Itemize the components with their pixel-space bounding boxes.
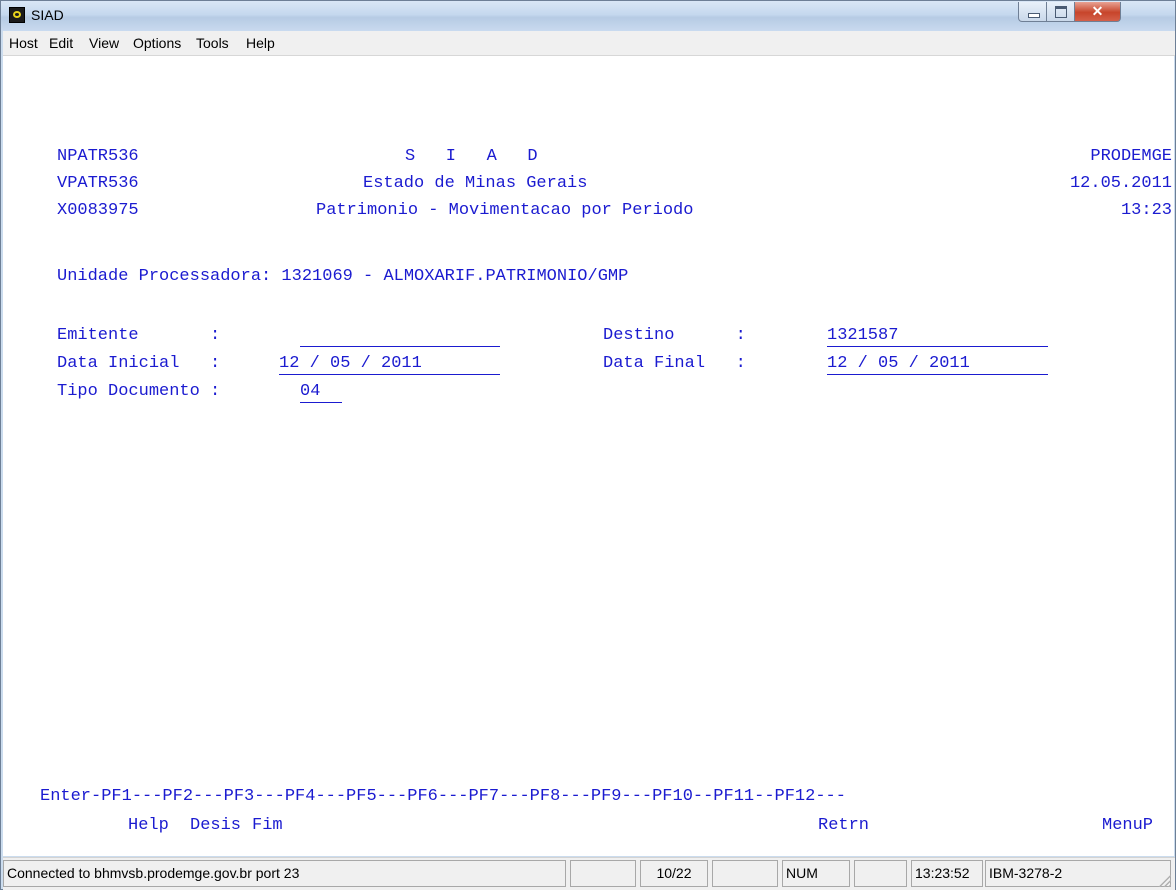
terminal-type: IBM-3278-2 bbox=[985, 860, 1171, 887]
system-title: S I A D bbox=[405, 147, 538, 166]
user-id: X0083975 bbox=[57, 201, 139, 220]
menu-view[interactable]: View bbox=[89, 35, 119, 51]
data-final-label: Data Final : bbox=[603, 354, 746, 373]
title-bar[interactable]: SIAD ✕ bbox=[1, 1, 1175, 31]
emitente-field[interactable] bbox=[300, 326, 500, 347]
company-name: PRODEMGE bbox=[1090, 147, 1172, 166]
tipo-documento-field[interactable]: 04 bbox=[300, 382, 342, 403]
header-date: 12.05.2011 bbox=[1069, 174, 1172, 193]
program-id: NPATR536 bbox=[57, 147, 139, 166]
status-time: 13:23:52 bbox=[911, 860, 983, 887]
status-bar: Connected to bhmvsb.prodemge.gov.br port… bbox=[3, 857, 1175, 890]
status-empty-3 bbox=[854, 860, 907, 887]
close-icon: ✕ bbox=[1091, 3, 1104, 19]
screen-title: Patrimonio - Movimentacao por Periodo bbox=[316, 201, 694, 220]
menu-options[interactable]: Options bbox=[133, 35, 181, 51]
menu-bar: Host Edit View Options Tools Help bbox=[3, 31, 1175, 56]
unidade-processadora: Unidade Processadora: 1321069 - ALMOXARI… bbox=[57, 267, 629, 286]
menu-host[interactable]: Host bbox=[9, 35, 38, 51]
num-lock-indicator: NUM bbox=[782, 860, 850, 887]
data-inicial-field[interactable]: 12 / 05 / 2011 bbox=[279, 354, 500, 375]
tipo-documento-label: Tipo Documento : bbox=[57, 382, 221, 401]
menu-edit[interactable]: Edit bbox=[49, 35, 73, 51]
connection-status: Connected to bhmvsb.prodemge.gov.br port… bbox=[3, 860, 566, 887]
view-id: VPATR536 bbox=[57, 174, 139, 193]
pf3-label[interactable]: Fim bbox=[252, 816, 283, 836]
emitente-label: Emitente : bbox=[57, 326, 221, 345]
state-title: Estado de Minas Gerais bbox=[363, 174, 588, 193]
header-time: 13:23 bbox=[1120, 201, 1172, 220]
app-icon[interactable] bbox=[9, 7, 25, 23]
close-button[interactable]: ✕ bbox=[1075, 2, 1121, 22]
pf-keys-line: Enter-PF1---PF2---PF3---PF4---PF5---PF6-… bbox=[40, 787, 846, 806]
minimize-button[interactable] bbox=[1018, 2, 1047, 22]
resize-grip-icon[interactable] bbox=[1157, 873, 1171, 887]
cursor-position: 10/22 bbox=[640, 860, 708, 887]
destino-field[interactable]: 1321587 bbox=[827, 326, 1048, 347]
data-inicial-label: Data Inicial : bbox=[57, 354, 221, 373]
pf9-label[interactable]: Retrn bbox=[818, 816, 869, 836]
menu-help[interactable]: Help bbox=[246, 35, 275, 51]
terminal-screen[interactable]: NPATR536 VPATR536 X0083975 S I A D Estad… bbox=[10, 56, 1174, 856]
status-empty-2 bbox=[712, 860, 778, 887]
data-final-field[interactable]: 12 / 05 / 2011 bbox=[827, 354, 1048, 375]
maximize-button[interactable] bbox=[1047, 2, 1075, 22]
pf12-label[interactable]: MenuP bbox=[1102, 816, 1153, 836]
terminal-window: SIAD ✕ Host Edit View Options Tools Help… bbox=[0, 0, 1176, 890]
status-empty-1 bbox=[570, 860, 636, 887]
window-title: SIAD bbox=[31, 7, 64, 23]
pf1-label[interactable]: Help bbox=[128, 816, 169, 836]
pf2-label[interactable]: Desis bbox=[190, 816, 241, 836]
destino-label: Destino : bbox=[603, 326, 746, 345]
menu-tools[interactable]: Tools bbox=[196, 35, 229, 51]
